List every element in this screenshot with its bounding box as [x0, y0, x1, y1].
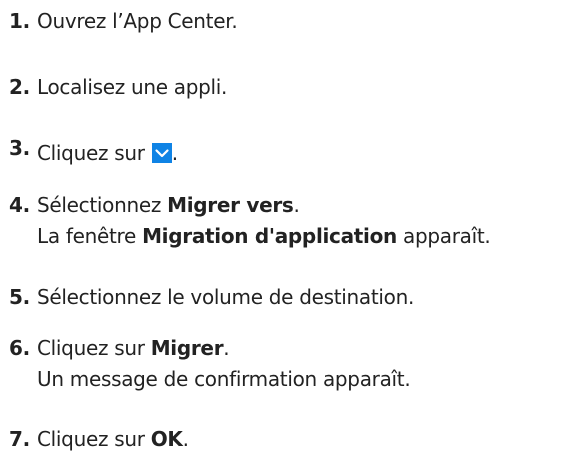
- ui-term-migration-dialog: Migration d'application: [142, 224, 397, 248]
- step-text-suffix: .: [223, 336, 230, 360]
- step-text: Localisez une appli.: [37, 75, 228, 99]
- chevron-down-icon: [151, 143, 172, 163]
- ui-term-migrer-vers: Migrer vers: [167, 193, 294, 217]
- step-number: 3.: [9, 136, 30, 160]
- step-text-prefix: Cliquez sur: [37, 336, 151, 360]
- step-number: 2.: [9, 75, 30, 99]
- step-text: Cliquez sur Migrer. Un message de confir…: [37, 333, 411, 395]
- step-line-1: Sélectionnez Migrer vers.: [37, 190, 491, 221]
- step-text-suffix: apparaît.: [397, 224, 491, 248]
- step-number: 1.: [9, 9, 30, 33]
- step-text-suffix: .: [171, 141, 178, 165]
- step-text: Ouvrez l’App Center.: [37, 9, 238, 33]
- step-text: Sélectionnez le volume de destination.: [37, 285, 415, 309]
- step-line-2: La fenêtre Migration d'application appar…: [37, 221, 491, 252]
- step-text-prefix: Sélectionnez: [37, 193, 168, 217]
- step-text-prefix: Cliquez sur: [37, 141, 151, 165]
- step-text-prefix: La fenêtre: [37, 224, 143, 248]
- step-text: Cliquez sur OK.: [37, 424, 189, 455]
- step-text: Cliquez sur .: [37, 138, 178, 169]
- ui-term-ok: OK: [150, 427, 183, 451]
- step-number: 5.: [9, 285, 30, 309]
- step-number: 6.: [9, 336, 30, 360]
- step-text: Sélectionnez Migrer vers. La fenêtre Mig…: [37, 190, 491, 252]
- step-text-prefix: Cliquez sur: [37, 427, 151, 451]
- step-line-1: Cliquez sur Migrer.: [37, 333, 410, 364]
- step-number: 4.: [9, 193, 30, 217]
- step-line-2: Un message de confirmation apparaît.: [37, 367, 411, 391]
- step-number: 7.: [9, 427, 30, 451]
- ui-term-migrer: Migrer: [150, 336, 224, 360]
- step-text-suffix: .: [182, 427, 189, 451]
- step-text-suffix: .: [293, 193, 300, 217]
